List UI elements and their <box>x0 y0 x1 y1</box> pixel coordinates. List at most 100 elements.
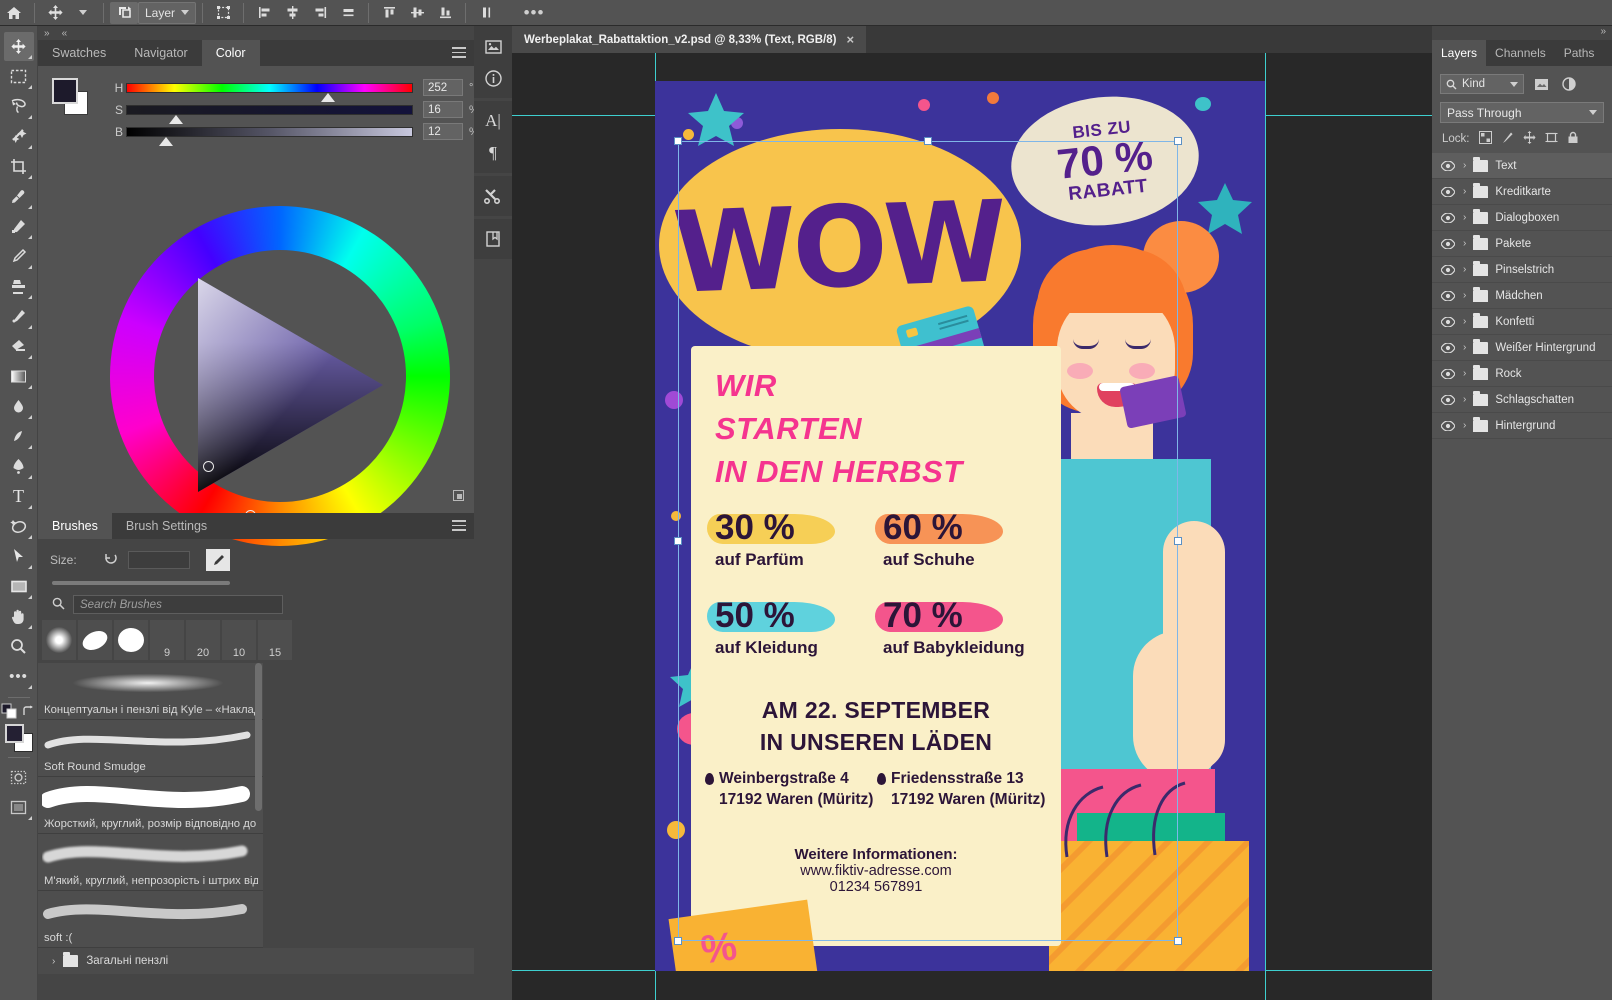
brush-list-scrollbar[interactable] <box>255 663 262 811</box>
notes-icon[interactable] <box>479 223 507 255</box>
brightness-slider[interactable] <box>126 126 413 146</box>
chevron-right-icon[interactable]: › <box>1463 342 1466 353</box>
layer-row-pinselstrich[interactable]: › Pinselstrich <box>1432 257 1612 283</box>
brush-tip-20[interactable]: 20 <box>186 620 220 660</box>
brush-tip-hard-round[interactable] <box>114 620 148 660</box>
tab-color[interactable]: Color <box>201 40 260 66</box>
lock-transparent-pixels-icon[interactable] <box>1478 131 1492 147</box>
canvas-stage[interactable]: WOW BIS ZU 70 % RABATT WIR STARTEN IN DE… <box>512 53 1432 1000</box>
layer-row-pakete[interactable]: › Pakete <box>1432 231 1612 257</box>
tab-brush-settings[interactable]: Brush Settings <box>111 513 222 539</box>
list-item[interactable]: М'який, круглий, непрозорість і штрих ві… <box>38 834 263 891</box>
foreground-color-swatch[interactable] <box>4 724 24 743</box>
align-horizontal-centers-icon[interactable] <box>278 2 306 24</box>
eye-visible-icon[interactable] <box>1440 394 1456 405</box>
color-panel-menu-icon[interactable] <box>452 47 466 58</box>
libraries-icon[interactable] <box>479 30 507 62</box>
triangle-selector-dot[interactable] <box>203 461 214 472</box>
move-tool-icon[interactable] <box>41 2 69 24</box>
tab-paths[interactable]: Paths <box>1555 40 1604 66</box>
screen-mode-icon[interactable] <box>4 793 34 822</box>
crop-tool[interactable] <box>4 152 34 181</box>
lasso-tool[interactable] <box>4 92 34 121</box>
layer-row-text[interactable]: › Text <box>1432 153 1612 179</box>
layer-filter-kind-dropdown[interactable]: Kind <box>1440 74 1524 94</box>
chevron-right-icon[interactable]: › <box>1463 368 1466 379</box>
tab-brushes[interactable]: Brushes <box>38 513 112 539</box>
tab-swatches[interactable]: Swatches <box>38 40 121 66</box>
saturation-value-field[interactable]: 16 <box>423 101 463 118</box>
brush-tip-10[interactable]: 10 <box>222 620 256 660</box>
chevron-right-icon[interactable]: › <box>1463 394 1466 405</box>
eraser-tool[interactable] <box>4 332 34 361</box>
list-item[interactable]: Жорсткий, круглий, розмір відповідно до … <box>38 777 263 834</box>
chevron-right-icon[interactable]: › <box>1463 186 1466 197</box>
list-item[interactable]: soft :( <box>38 891 263 948</box>
align-top-edges-icon[interactable] <box>375 2 403 24</box>
transform-handle-top-center[interactable] <box>924 137 932 145</box>
brush-tip-oval[interactable] <box>78 620 112 660</box>
eye-visible-icon[interactable] <box>1440 342 1456 353</box>
history-brush-tool[interactable] <box>4 302 34 331</box>
eyedropper-tool[interactable] <box>4 182 34 211</box>
quick-mask-icon[interactable] <box>4 763 34 792</box>
hue-slider[interactable] <box>126 82 413 102</box>
tab-channels[interactable]: Channels <box>1486 40 1555 66</box>
type-tool[interactable]: T <box>4 482 34 511</box>
list-item[interactable]: Концептуальн і пензлі від Kyle – «Наклад… <box>38 663 263 720</box>
layer-row-rock[interactable]: › Rock <box>1432 361 1612 387</box>
align-right-edges-icon[interactable] <box>306 2 334 24</box>
search-brushes-input[interactable]: Search Brushes <box>73 595 283 614</box>
character-icon[interactable]: A| <box>479 105 507 137</box>
lock-artboard-icon[interactable] <box>1545 131 1558 147</box>
distribute-vertically-icon[interactable] <box>472 2 500 24</box>
path-selection-tool[interactable] <box>4 542 34 571</box>
eye-visible-icon[interactable] <box>1440 316 1456 327</box>
swap-colors-icon[interactable] <box>21 704 36 719</box>
paragraph-icon[interactable]: ¶ <box>479 137 507 169</box>
color-wheel[interactable] <box>110 206 450 546</box>
brush-size-field[interactable] <box>128 551 190 569</box>
close-tab-icon[interactable]: × <box>846 32 854 47</box>
auto-select-scope-dropdown[interactable]: Layer <box>138 1 197 24</box>
lock-position-icon[interactable] <box>1523 131 1536 147</box>
ellipse-shape-tool[interactable] <box>4 512 34 541</box>
chevron-right-icon[interactable]: › <box>1463 212 1466 223</box>
layer-row-schlagschatten[interactable]: › Schlagschatten <box>1432 387 1612 413</box>
layer-row-maedchen[interactable]: › Mädchen <box>1432 283 1612 309</box>
blend-mode-dropdown[interactable]: Pass Through <box>1440 102 1604 123</box>
auto-select-layers-icon[interactable] <box>110 1 138 24</box>
align-vertical-centers-icon[interactable] <box>403 2 431 24</box>
eye-visible-icon[interactable] <box>1440 290 1456 301</box>
lock-image-pixels-icon[interactable] <box>1501 131 1514 147</box>
object-selection-tool[interactable] <box>4 122 34 151</box>
layer-row-dialogboxen[interactable]: › Dialogboxen <box>1432 205 1612 231</box>
reset-icon[interactable] <box>104 551 118 570</box>
layer-row-hintergrund[interactable]: › Hintergrund <box>1432 413 1612 439</box>
collapse-panels-icon[interactable]: « <box>56 28 74 39</box>
list-item[interactable]: Soft Round Smudge <box>38 720 263 777</box>
transform-handle-bottom-left[interactable] <box>674 937 682 945</box>
distribute-horizontally-icon[interactable] <box>334 2 362 24</box>
tab-navigator[interactable]: Navigator <box>120 40 202 66</box>
brightness-slider-knob[interactable] <box>159 136 173 146</box>
filter-adjustment-icon[interactable] <box>1558 74 1580 94</box>
brush-presets-list[interactable]: Концептуальн і пензлі від Kyle – «Наклад… <box>38 663 474 974</box>
lock-all-icon[interactable] <box>1567 131 1579 147</box>
edit-toolbar-tool[interactable]: ••• <box>4 662 34 691</box>
color-picker-toggle-icon[interactable] <box>453 490 464 501</box>
tab-layers[interactable]: Layers <box>1432 40 1487 66</box>
layer-row-kreditkarte[interactable]: › Kreditkarte <box>1432 179 1612 205</box>
brightness-value-field[interactable]: 12 <box>423 123 463 140</box>
transform-handle-middle-left[interactable] <box>674 537 682 545</box>
align-left-edges-icon[interactable] <box>250 2 278 24</box>
chevron-right-icon[interactable]: › <box>52 956 55 967</box>
chevron-right-icon[interactable]: › <box>1463 238 1466 249</box>
pen-tool[interactable] <box>4 452 34 481</box>
rectangular-marquee-tool[interactable] <box>4 62 34 91</box>
eye-visible-icon[interactable] <box>1440 160 1456 171</box>
home-icon[interactable] <box>0 2 28 24</box>
align-bottom-edges-icon[interactable] <box>431 2 459 24</box>
chevron-right-icon[interactable]: › <box>1463 420 1466 431</box>
expand-panels-icon[interactable]: » <box>38 28 56 39</box>
